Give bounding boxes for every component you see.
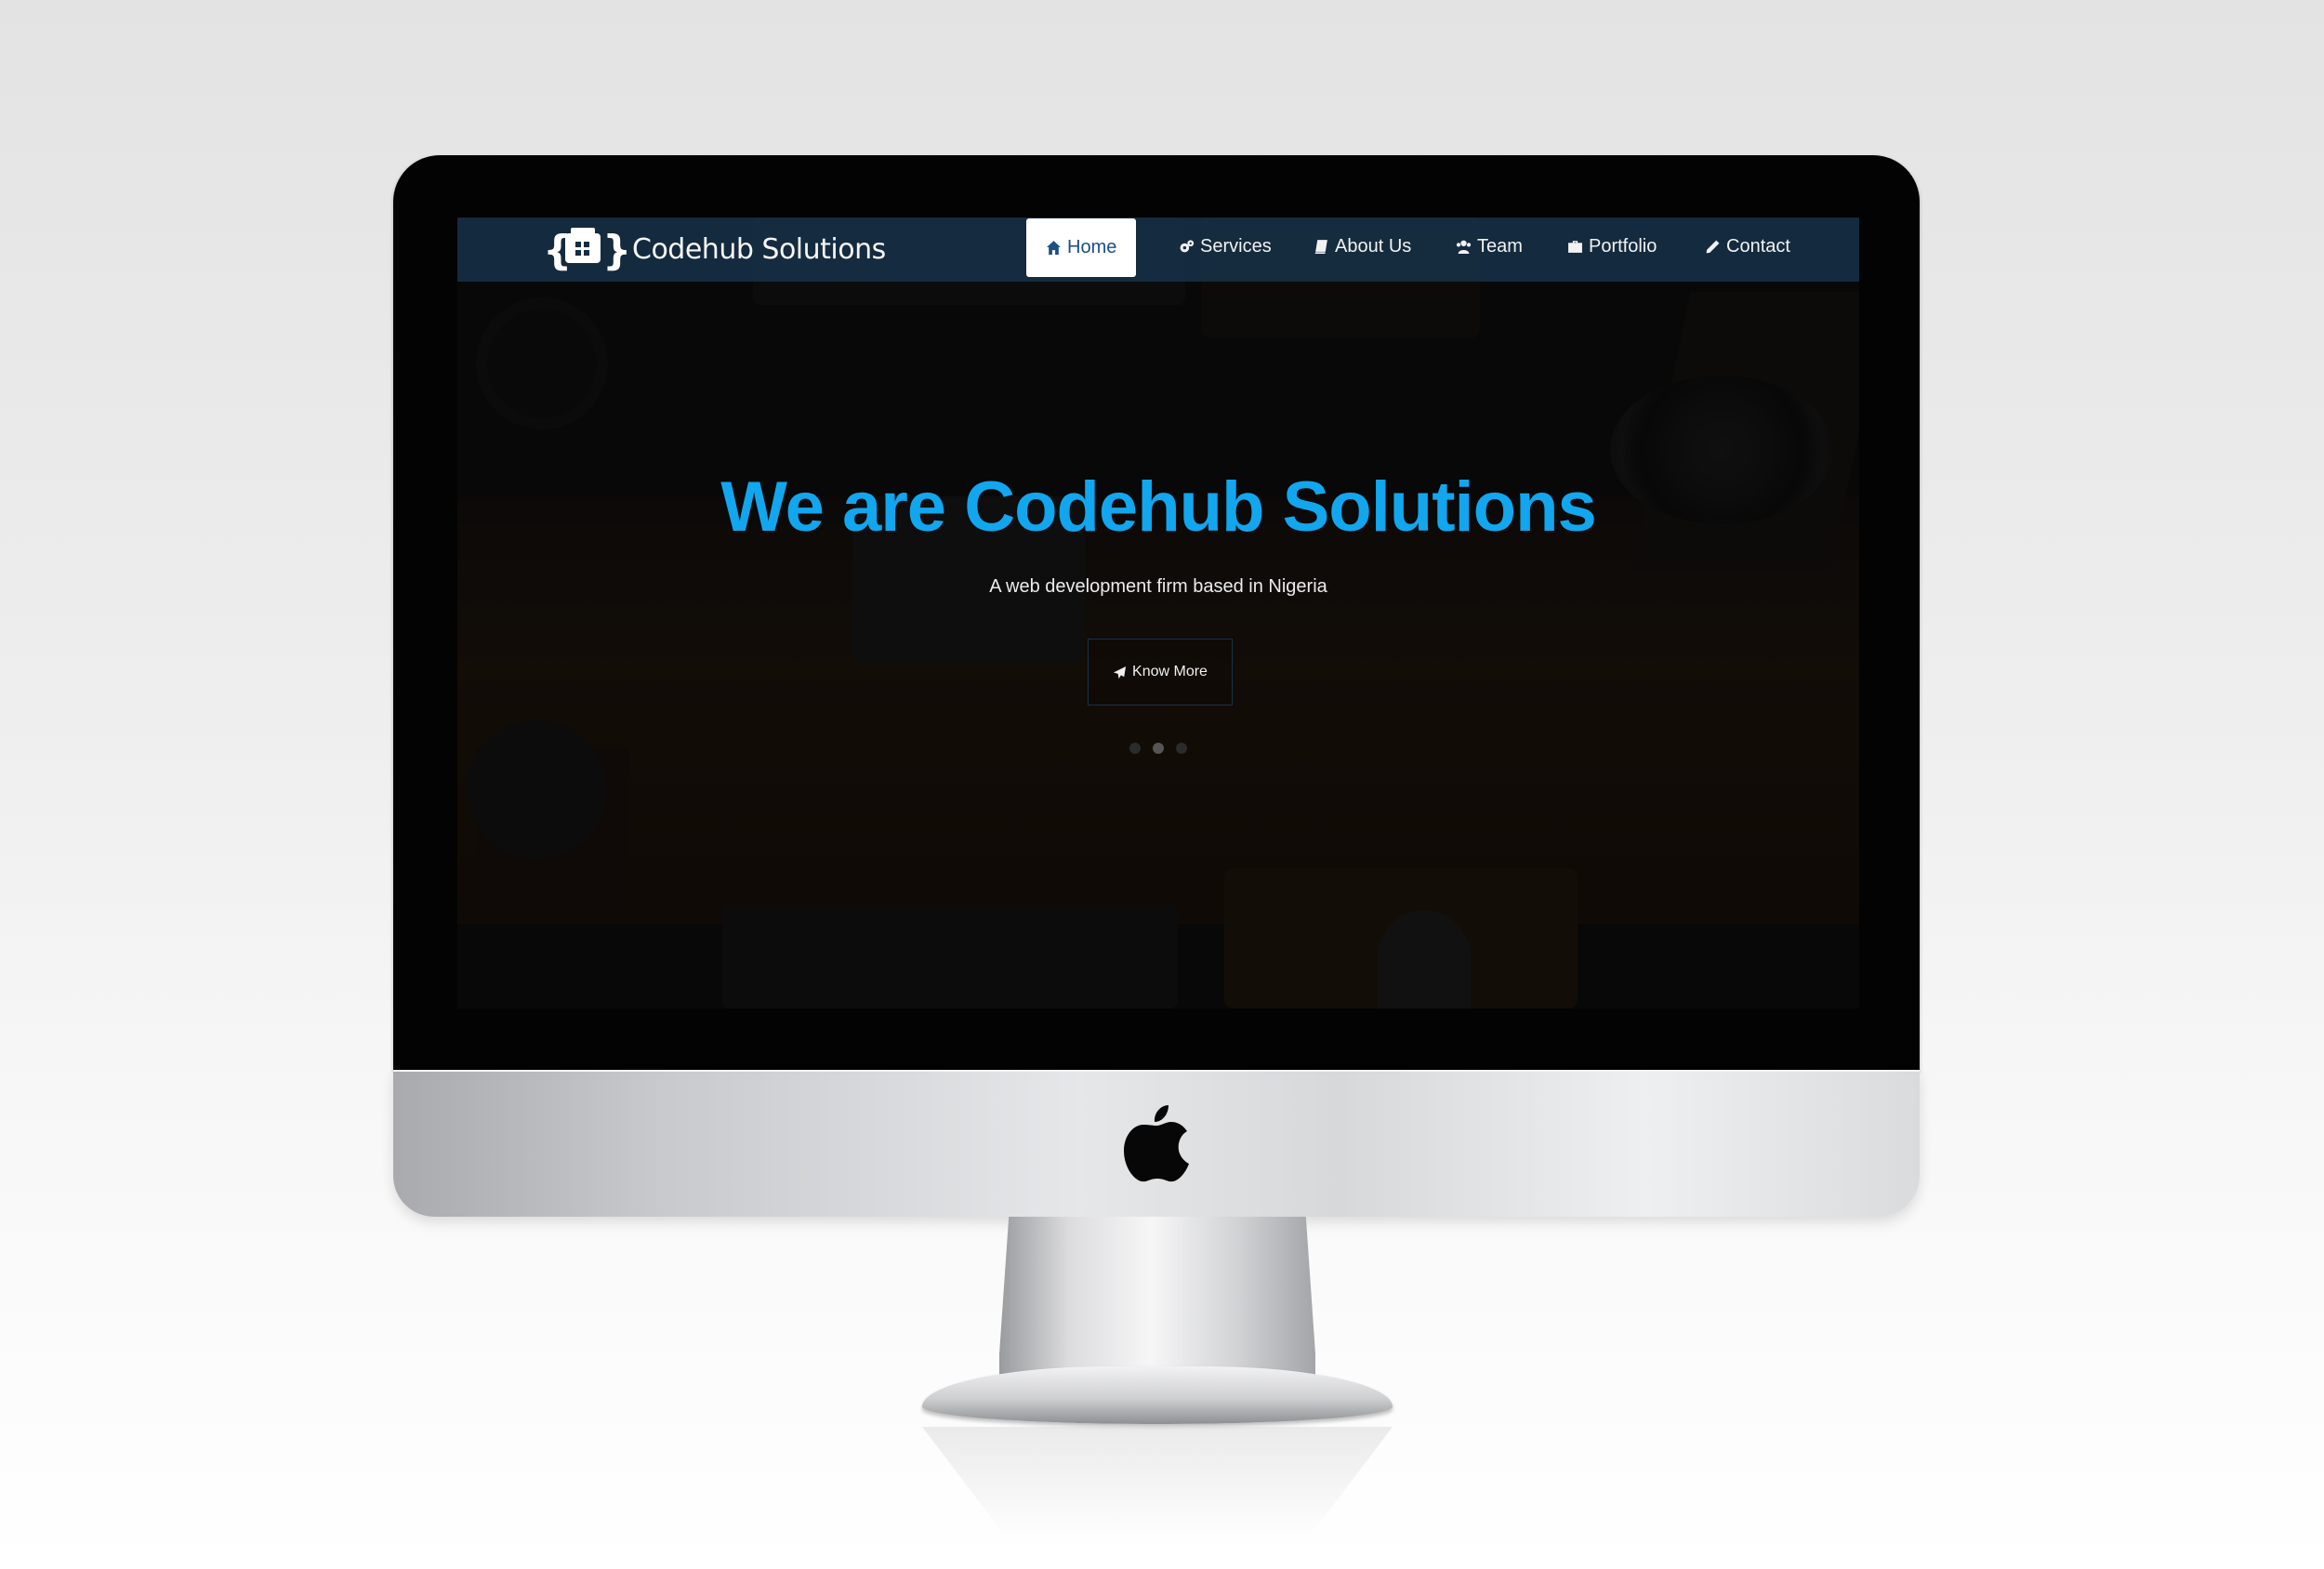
- hero-subtitle: A web development firm based in Nigeria: [989, 576, 1327, 597]
- nav-about-label: About Us: [1335, 236, 1412, 257]
- slider-dot-1[interactable]: [1129, 743, 1141, 754]
- gears-icon: [1180, 240, 1195, 253]
- nav-portfolio-label: Portfolio: [1589, 236, 1657, 257]
- know-more-label: Know More: [1132, 664, 1208, 679]
- website-screen: { } Codehub Solutions Home Services: [457, 218, 1859, 1009]
- know-more-button[interactable]: Know More: [1088, 639, 1233, 705]
- main-nav: Home Services About Us Team Portfolio Co…: [457, 218, 1859, 282]
- pencil-icon: [1706, 240, 1720, 254]
- nav-contact-label: Contact: [1726, 236, 1790, 257]
- slider-dot-2[interactable]: [1153, 743, 1164, 754]
- nav-services[interactable]: Services: [1179, 218, 1272, 276]
- nav-home[interactable]: Home: [1026, 218, 1137, 277]
- paper-plane-icon: [1113, 666, 1127, 679]
- hero-title: We are Codehub Solutions: [720, 468, 1597, 547]
- book-icon: [1314, 240, 1327, 254]
- nav-team[interactable]: Team: [1456, 218, 1523, 276]
- nav-home-label: Home: [1067, 237, 1117, 257]
- slider-dots: [457, 743, 1859, 754]
- briefcase-icon: [1568, 241, 1582, 253]
- slider-dot-3[interactable]: [1176, 743, 1187, 754]
- nav-services-label: Services: [1200, 236, 1272, 257]
- nav-about-us[interactable]: About Us: [1314, 218, 1411, 276]
- monitor-stand-base: [922, 1366, 1393, 1424]
- home-icon: [1047, 241, 1061, 255]
- monitor-stand-neck: [999, 1217, 1315, 1384]
- stand-reflection: [922, 1427, 1393, 1538]
- users-icon: [1456, 240, 1472, 254]
- apple-logo-icon: [1124, 1105, 1189, 1182]
- navbar: { } Codehub Solutions Home Services: [457, 218, 1859, 282]
- nav-portfolio[interactable]: Portfolio: [1567, 218, 1657, 276]
- nav-team-label: Team: [1477, 236, 1523, 257]
- nav-contact[interactable]: Contact: [1705, 218, 1790, 276]
